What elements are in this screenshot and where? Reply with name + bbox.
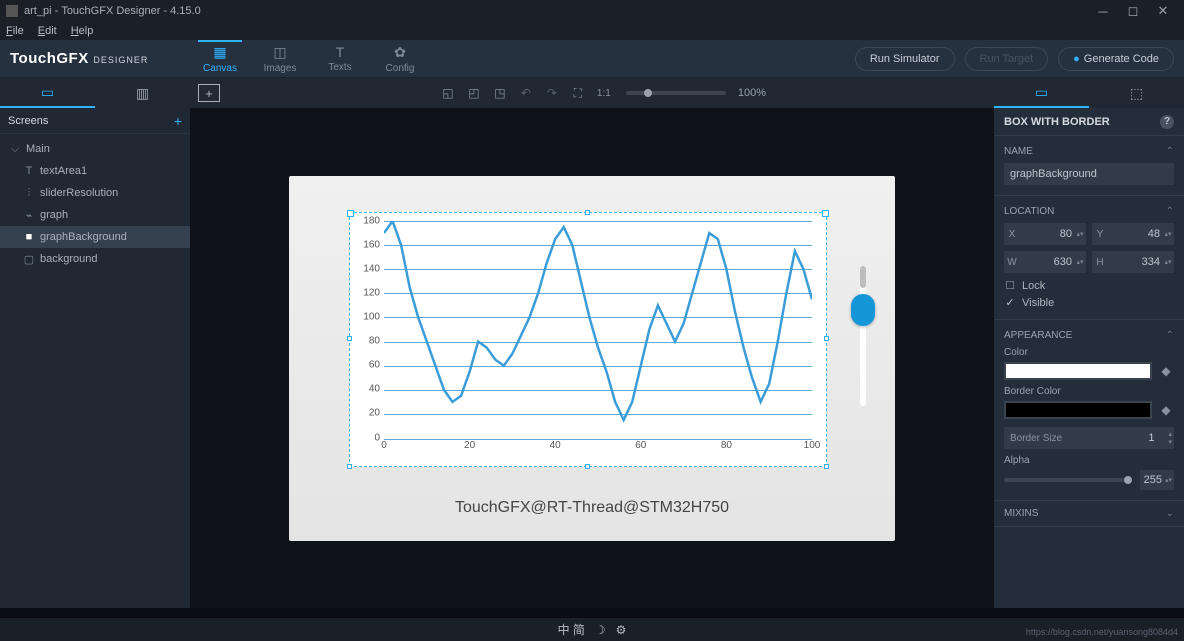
collapse-icon[interactable]: ⌃ [1166, 206, 1174, 217]
tree-item-slider[interactable]: ⫶sliderResolution [0, 182, 190, 204]
tree-item-graphbackground[interactable]: ■graphBackground [0, 226, 190, 248]
tree-screen-main[interactable]: ⌵Main [0, 138, 190, 160]
visible-checkbox[interactable]: ✓Visible [1004, 296, 1174, 309]
maximize-button[interactable]: ◻ [1118, 3, 1148, 19]
tree-item-background[interactable]: ▢background [0, 248, 190, 270]
project-name: art_pi [24, 5, 52, 17]
moon-icon[interactable]: ☽ [595, 623, 606, 637]
texts-icon: T [336, 44, 345, 60]
collapse-icon[interactable]: ⌃ [1166, 146, 1174, 157]
zoom-slider[interactable] [626, 91, 726, 95]
mode-config[interactable]: ✿Config [370, 40, 430, 77]
add-widget-button[interactable]: + [198, 84, 220, 102]
undo-icon[interactable]: ↶ [516, 83, 536, 103]
menu-help[interactable]: Help [71, 25, 94, 37]
screens-view-button[interactable]: ▭ [0, 78, 95, 108]
sidebar: Screens + ⌵Main TtextArea1 ⫶sliderResolu… [0, 108, 190, 608]
component-tree: ⌵Main TtextArea1 ⫶sliderResolution ⌁grap… [0, 134, 190, 274]
properties-tab[interactable]: ▭ [994, 78, 1089, 108]
logo: TouchGFX DESIGNER [0, 50, 190, 67]
chart: 020406080100120140160180 020406080100 [358, 221, 818, 458]
run-target-button[interactable]: Run Target [965, 47, 1049, 71]
app-icon [6, 5, 18, 17]
add-screen-button[interactable]: + [174, 113, 182, 129]
titlebar: art_pi - TouchGFX Designer - 4.15.0 ─ ◻ … [0, 0, 1184, 22]
border-size-input[interactable]: Border Size1▴▾ [1004, 427, 1174, 449]
device-frame: 020406080100120140160180 020406080100 To… [289, 176, 895, 541]
w-input[interactable]: W630▴▾ [1004, 251, 1086, 273]
widget-type-label: BOX WITH BORDER [1004, 116, 1110, 128]
box-icon: ■ [22, 231, 36, 243]
fit-icon[interactable]: ⛶ [568, 83, 588, 103]
bring-front-icon[interactable]: ◳ [490, 83, 510, 103]
generate-code-button[interactable]: ●Generate Code [1058, 47, 1174, 71]
collapse-icon[interactable]: ⌃ [1166, 330, 1174, 341]
minimize-button[interactable]: ─ [1088, 4, 1118, 19]
chevron-down-icon: ⌵ [8, 143, 22, 156]
properties-panel: BOX WITH BORDER? NAME⌃ LOCATION⌃ X80▴▾ Y… [994, 108, 1184, 608]
canvas-area[interactable]: 020406080100120140160180 020406080100 To… [190, 108, 994, 608]
tree-item-graph[interactable]: ⌁graph [0, 204, 190, 226]
menu-file[interactable]: File [6, 25, 24, 37]
slider-icon: ⫶ [22, 187, 36, 200]
footer: 中 简 ☽ ⚙ [0, 618, 1184, 641]
menu-edit[interactable]: Edit [38, 25, 57, 37]
ime-indicator[interactable]: 中 简 [558, 621, 585, 638]
caption-text: TouchGFX@RT-Thread@STM32H750 [289, 499, 895, 517]
app-name: TouchGFX Designer - 4.15.0 [61, 5, 200, 17]
mode-images[interactable]: ◫Images [250, 40, 310, 77]
image-icon: ▢ [22, 253, 36, 266]
containers-view-button[interactable]: ▥ [95, 78, 190, 108]
color-swatch[interactable] [1004, 362, 1152, 380]
run-simulator-button[interactable]: Run Simulator [855, 47, 955, 71]
gear-icon[interactable]: ⚙ [616, 623, 627, 637]
border-color-swatch[interactable] [1004, 401, 1152, 419]
mode-canvas[interactable]: ▦Canvas [190, 40, 250, 77]
images-icon: ◫ [273, 44, 286, 61]
alpha-input[interactable]: 255▴▾ [1140, 470, 1174, 490]
slider-knob[interactable] [851, 294, 875, 326]
redo-icon[interactable]: ↷ [542, 83, 562, 103]
config-icon: ✿ [394, 44, 406, 61]
lock-checkbox[interactable]: ☐Lock [1004, 279, 1174, 292]
text-icon: T [22, 165, 36, 177]
mixins-section[interactable]: MIXINS⌄ [994, 501, 1184, 527]
border-picker-button[interactable]: ◆ [1158, 403, 1174, 417]
tree-item-textarea[interactable]: TtextArea1 [0, 160, 190, 182]
zoom-value: 100% [738, 87, 766, 99]
send-back-icon[interactable]: ◱ [438, 83, 458, 103]
topbar: TouchGFX DESIGNER ▦Canvas ◫Images TTexts… [0, 40, 1184, 78]
graph-background-widget[interactable]: 020406080100120140160180 020406080100 [349, 212, 827, 467]
help-icon[interactable]: ? [1160, 115, 1174, 129]
mode-texts[interactable]: TTexts [310, 40, 370, 77]
menubar: File Edit Help [0, 22, 1184, 40]
zoom-reset-icon[interactable]: 1:1 [594, 83, 614, 103]
color-picker-button[interactable]: ◆ [1158, 364, 1174, 378]
interactions-tab[interactable]: ⬚ [1089, 78, 1184, 108]
graph-icon: ⌁ [22, 209, 36, 222]
x-input[interactable]: X80▴▾ [1004, 223, 1086, 245]
canvas-icon: ▦ [213, 44, 226, 61]
send-backward-icon[interactable]: ◰ [464, 83, 484, 103]
alpha-slider[interactable] [1004, 478, 1132, 482]
watermark: https://blog.csdn.net/yuansong8084d4 [1026, 627, 1178, 637]
toolbar: ▭ ▥ + ◱ ◰ ◳ ↶ ↷ ⛶ 1:1 100% ▭ ⬚ [0, 78, 1184, 108]
h-input[interactable]: H334▴▾ [1092, 251, 1174, 273]
name-input[interactable] [1004, 163, 1174, 185]
close-button[interactable]: ✕ [1148, 3, 1178, 19]
y-input[interactable]: Y48▴▾ [1092, 223, 1174, 245]
screens-heading: Screens [8, 115, 48, 127]
slider-widget[interactable] [851, 266, 875, 406]
